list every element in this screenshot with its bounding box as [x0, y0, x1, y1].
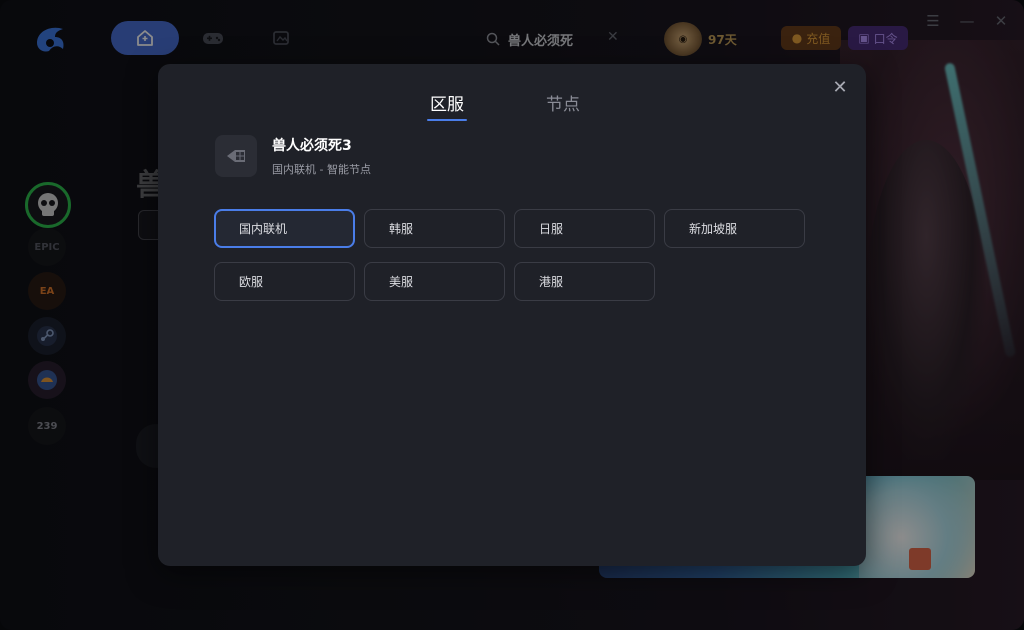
game-info: 兽人必须死3 国内联机 - 智能节点 [272, 135, 371, 177]
tab-region[interactable]: 区服 [427, 90, 467, 121]
dialog-tabs: 区服 节点 [427, 90, 580, 121]
game-subtitle: 国内联机 - 智能节点 [272, 163, 371, 176]
server-select-dialog: ✕ 区服 节点 兽人必须死3 国内联机 - 智能节点 国内联机 韩服 日服 新加… [158, 64, 866, 566]
server-option-singapore[interactable]: 新加坡服 [664, 209, 805, 248]
server-option-domestic[interactable]: 国内联机 [214, 209, 355, 248]
game-header: 兽人必须死3 国内联机 - 智能节点 [215, 135, 371, 177]
server-option-europe[interactable]: 欧服 [214, 262, 355, 301]
close-icon[interactable]: ✕ [830, 78, 850, 98]
tab-node[interactable]: 节点 [546, 90, 580, 119]
server-option-usa[interactable]: 美服 [364, 262, 505, 301]
server-option-japan[interactable]: 日服 [514, 209, 655, 248]
server-list: 国内联机 韩服 日服 新加坡服 欧服 美服 港服 [214, 209, 805, 301]
server-option-korea[interactable]: 韩服 [364, 209, 505, 248]
game-name: 兽人必须死3 [272, 138, 352, 154]
windows-icon [227, 150, 245, 162]
game-icon [215, 135, 257, 177]
server-option-hongkong[interactable]: 港服 [514, 262, 655, 301]
